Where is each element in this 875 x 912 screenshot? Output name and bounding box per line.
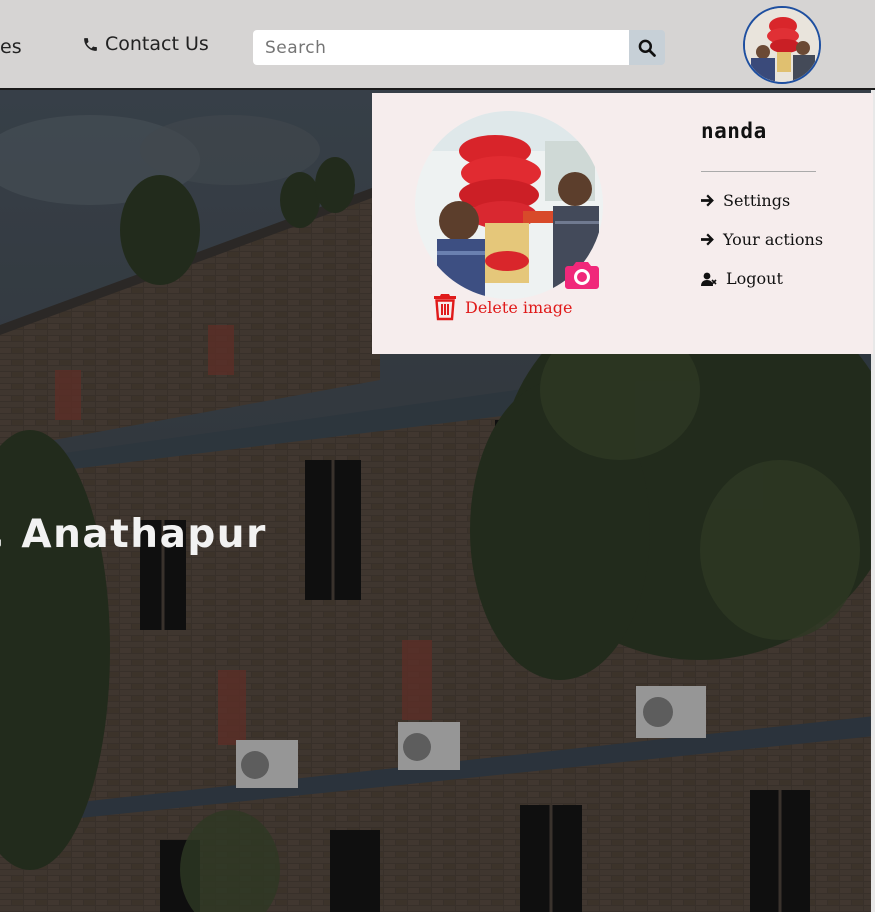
search-bar [253,30,665,65]
menu-item-your-actions[interactable]: Your actions [701,230,823,249]
menu-item-settings[interactable]: Settings [701,191,790,210]
delete-image-button[interactable]: Delete image [433,293,572,321]
menu-divider [701,171,816,172]
top-navbar: es Contact Us [0,0,875,90]
nav-contact-label: Contact Us [105,33,209,55]
profile-user-name: nanda [701,119,767,143]
menu-item-settings-label: Settings [723,191,791,210]
trash-icon [433,293,457,321]
arrow-right-icon [701,233,714,246]
nav-contact-us[interactable]: Contact Us [82,33,209,55]
phone-icon [82,36,99,53]
nav-item-partial[interactable]: es [0,36,22,58]
menu-item-your-actions-label: Your actions [723,230,824,249]
hero-heading: , Anathapur [0,512,267,557]
change-photo-camera-icon[interactable] [565,260,599,290]
search-input[interactable] [253,30,629,65]
menu-item-logout-label: Logout [726,269,783,288]
search-button[interactable] [629,30,665,65]
arrow-right-icon [701,194,714,207]
user-avatar[interactable] [743,6,821,84]
profile-dropdown: Delete image nanda Settings Your actions… [372,93,873,354]
user-remove-icon [701,272,717,286]
delete-image-label: Delete image [465,297,573,317]
menu-item-logout[interactable]: Logout [701,269,783,288]
search-icon [638,39,656,57]
